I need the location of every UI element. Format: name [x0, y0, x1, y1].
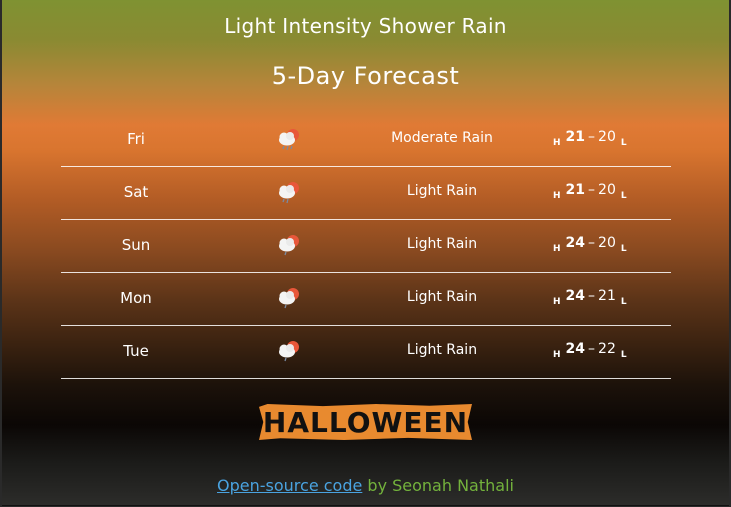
high-label: H: [553, 297, 561, 307]
temp-separator: –: [588, 182, 596, 198]
forecast-day: Mon: [120, 289, 152, 307]
high-temp: 21: [565, 129, 586, 145]
high-temp: 21: [565, 182, 586, 198]
low-temp: 21: [598, 288, 616, 304]
high-label: H: [553, 191, 561, 201]
forecast-temps: H 24–20 L: [553, 235, 627, 254]
high-temp: 24: [565, 288, 586, 304]
temp-separator: –: [588, 129, 596, 145]
cloud-sun-rain-icon: [279, 341, 299, 362]
footer: Open-source code by Seonah Nathali: [0, 476, 731, 495]
low-temp: 20: [598, 182, 616, 198]
high-temp: 24: [565, 341, 586, 357]
cloud-sun-rain-icon: [279, 235, 299, 256]
cloud-sun-rain-icon: [279, 288, 299, 309]
high-temp: 24: [565, 235, 586, 251]
forecast-list: Fri Moderate Rain H 21–20 L Sat Light Rain: [61, 114, 671, 379]
forecast-description: Light Rain: [406, 342, 478, 358]
low-temp: 20: [598, 129, 616, 145]
current-weather-title: Light Intensity Shower Rain: [224, 14, 507, 38]
forecast-row: Sun Light Rain H 24–20 L: [61, 220, 671, 273]
forecast-temps: H 24–21 L: [553, 288, 627, 307]
low-label: L: [620, 191, 627, 201]
forecast-description: Light Rain: [406, 183, 478, 199]
temp-separator: –: [588, 341, 596, 357]
high-label: H: [553, 244, 561, 254]
forecast-description: Moderate Rain: [391, 130, 493, 146]
forecast-temps: H 21–20 L: [553, 182, 627, 201]
cloud-sun-rain-icon: [279, 129, 299, 151]
forecast-day: Tue: [123, 342, 149, 360]
forecast-row: Tue Light Rain H 24–22 L: [61, 326, 671, 379]
low-label: L: [620, 350, 627, 360]
low-temp: 20: [598, 235, 616, 251]
forecast-temps: H 24–22 L: [553, 341, 627, 360]
halloween-logo: HALLOWEEN: [259, 404, 472, 440]
low-label: L: [620, 138, 627, 148]
forecast-row: Sat Light Rain H 21–20 L: [61, 167, 671, 220]
high-label: H: [553, 350, 561, 360]
forecast-day: Sat: [123, 183, 149, 201]
forecast-row: Fri Moderate Rain H 21–20 L: [61, 114, 671, 167]
forecast-row: Mon Light Rain H 24–21 L: [61, 273, 671, 326]
forecast-day: Fri: [127, 130, 145, 148]
low-label: L: [620, 297, 627, 307]
author-credit: by Seonah Nathali: [362, 476, 514, 495]
temp-separator: –: [588, 288, 596, 304]
cloud-sun-rain-icon: [279, 182, 299, 204]
high-label: H: [553, 138, 561, 148]
forecast-description: Light Rain: [406, 236, 478, 252]
forecast-heading: 5-Day Forecast: [271, 62, 460, 90]
forecast-day: Sun: [121, 236, 151, 254]
forecast-description: Light Rain: [406, 289, 478, 305]
temp-separator: –: [588, 235, 596, 251]
open-source-link[interactable]: Open-source code: [217, 476, 362, 495]
low-label: L: [620, 244, 627, 254]
low-temp: 22: [598, 341, 616, 357]
forecast-temps: H 21–20 L: [553, 129, 627, 148]
